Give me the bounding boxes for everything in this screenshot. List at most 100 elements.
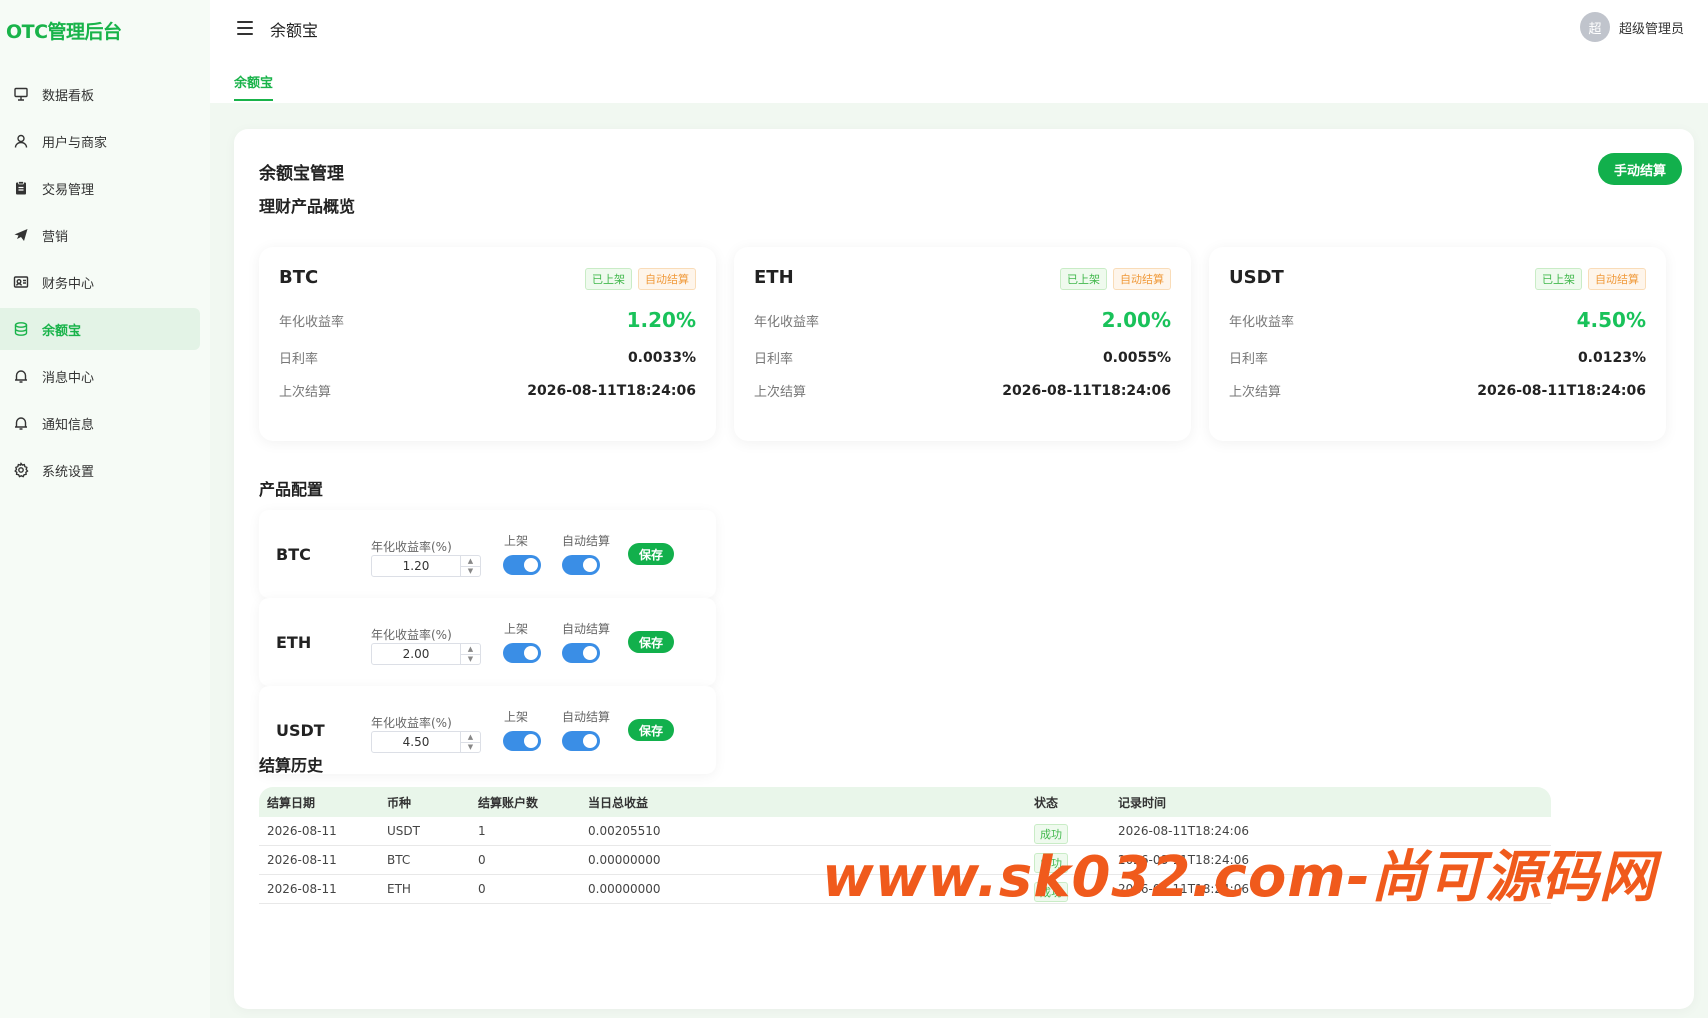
stepper-down-icon[interactable]: ▼ (461, 743, 480, 753)
listed-label: 上架 (504, 622, 529, 636)
product-card: BTC 已上架 自动结算 年化收益率 1.20% 日利率 0.0033% 上次结算 20… (259, 247, 716, 441)
finance-icon (13, 274, 29, 290)
column-header: 结算日期 (267, 795, 316, 810)
bell-icon (13, 368, 29, 384)
save-button[interactable]: 保存 (628, 543, 675, 565)
app-logo: OTC管理后台 (6, 21, 122, 43)
last-settle-label: 上次结算 (279, 385, 332, 400)
rate-input[interactable] (372, 732, 460, 752)
listed-badge: 已上架 (585, 268, 632, 290)
menu-toggle-icon[interactable] (236, 19, 254, 37)
sidebar-item-finance[interactable]: 财务中心 (0, 261, 200, 303)
section-title: 余额宝管理 (259, 164, 344, 184)
sidebar-item-trades[interactable]: 交易管理 (0, 167, 200, 209)
sidebar-item-label: 系统设置 (42, 464, 95, 480)
sidebar-item-label: 财务中心 (42, 276, 95, 292)
watermark: www.sk032.com-尚可源码网 (822, 845, 1656, 910)
config-title: 产品配置 (259, 480, 324, 499)
annual-rate-label: 年化收益率 (754, 314, 820, 330)
sidebar-item-label: 营销 (42, 229, 69, 245)
cell-date: 2026-08-11 (267, 882, 337, 896)
last-settle-label: 上次结算 (1229, 385, 1282, 400)
cell-accounts: 0 (478, 853, 486, 867)
daily-rate-value: 0.0055% (1102, 349, 1171, 366)
last-settle-label: 上次结算 (754, 385, 807, 400)
column-header: 状态 (1034, 795, 1059, 810)
column-header: 币种 (387, 795, 412, 810)
save-button[interactable]: 保存 (628, 719, 675, 741)
cell-date: 2026-08-11 (267, 824, 337, 838)
manual-settle-button[interactable]: 手动结算 (1597, 153, 1682, 185)
config-product-name: ETH (276, 633, 312, 652)
sidebar-item-label: 交易管理 (42, 182, 95, 198)
table-header: 结算日期 币种 结算账户数 当日总收益 状态 记录时间 (259, 787, 1551, 817)
rate-input[interactable] (372, 556, 460, 576)
sidebar-item-label: 通知信息 (42, 417, 95, 433)
gear-icon (13, 462, 29, 478)
auto-settle-label: 自动结算 (562, 622, 611, 636)
product-card: ETH 已上架 自动结算 年化收益率 2.00% 日利率 0.0055% 上次结算 20… (734, 247, 1191, 441)
stepper-down-icon[interactable]: ▼ (461, 567, 480, 577)
daily-rate-label: 日利率 (279, 352, 319, 367)
history-title: 结算历史 (259, 756, 324, 775)
sidebar-nav: 数据看板 用户与商家 交易管理 营销 财务中心 余额宝 消息中心 通知信息 系统… (0, 73, 210, 496)
auto-settle-switch[interactable] (562, 731, 600, 751)
rate-input[interactable] (372, 644, 460, 664)
auto-settle-switch[interactable] (562, 555, 600, 575)
coins-icon (13, 321, 29, 337)
sidebar-item-dashboard[interactable]: 数据看板 (0, 73, 200, 115)
config-row: BTC 年化收益率(%) ▲▼ 上架 自动结算 保存 (259, 510, 716, 598)
annual-rate-value: 2.00% (1101, 308, 1171, 332)
tab-yuebao[interactable]: 余额宝 (234, 72, 274, 101)
daily-rate-value: 0.0123% (1577, 349, 1646, 366)
daily-rate-label: 日利率 (1229, 352, 1269, 367)
stepper-up-icon[interactable]: ▲ (461, 732, 480, 743)
top-header: 余额宝 超 超级管理员 余额宝 (210, 0, 1708, 103)
avatar: 超 (1579, 12, 1610, 42)
sidebar-item-marketing[interactable]: 营销 (0, 214, 200, 256)
save-button[interactable]: 保存 (628, 631, 675, 653)
sidebar-item-users[interactable]: 用户与商家 (0, 120, 200, 162)
stepper-up-icon[interactable]: ▲ (461, 556, 480, 567)
config-product-name: USDT (276, 721, 325, 740)
product-cards: BTC 已上架 自动结算 年化收益率 1.20% 日利率 0.0033% 上次结算 20… (259, 247, 1666, 441)
sidebar-item-settings[interactable]: 系统设置 (0, 449, 200, 491)
stepper-down-icon[interactable]: ▼ (461, 655, 480, 665)
auto-settle-label: 自动结算 (562, 710, 611, 724)
dashboard-icon (13, 86, 29, 102)
listed-switch[interactable] (503, 643, 541, 663)
page-title: 余额宝 (270, 21, 319, 40)
auto-settle-switch[interactable] (562, 643, 600, 663)
sidebar-item-label: 消息中心 (42, 370, 95, 386)
cell-date: 2026-08-11 (267, 853, 337, 867)
bell-icon (13, 415, 29, 431)
username: 超级管理员 (1618, 21, 1684, 37)
daily-rate-label: 日利率 (754, 352, 794, 367)
overview-title: 理财产品概览 (259, 197, 356, 216)
last-settle-value: 2026-08-11T18:24:06 (1002, 382, 1171, 399)
sidebar-item-messages[interactable]: 消息中心 (0, 355, 200, 397)
listed-label: 上架 (504, 534, 529, 548)
listed-switch[interactable] (503, 731, 541, 751)
product-name: USDT (1229, 267, 1284, 288)
rate-label: 年化收益率(%) (371, 628, 452, 642)
cell-currency: ETH (387, 882, 411, 896)
listed-badge: 已上架 (1060, 268, 1107, 290)
rate-stepper[interactable]: ▲▼ (371, 555, 481, 577)
sidebar-item-yuebao[interactable]: 余额宝 (0, 308, 200, 350)
listed-badge: 已上架 (1535, 268, 1582, 290)
listed-label: 上架 (504, 710, 529, 724)
sidebar-item-notifications[interactable]: 通知信息 (0, 402, 200, 444)
column-header: 当日总收益 (588, 795, 649, 810)
stepper-up-icon[interactable]: ▲ (461, 644, 480, 655)
product-card: USDT 已上架 自动结算 年化收益率 4.50% 日利率 0.0123% 上次结算 2… (1209, 247, 1666, 441)
column-header: 记录时间 (1118, 795, 1167, 810)
annual-rate-label: 年化收益率 (279, 314, 345, 330)
auto-settle-badge: 自动结算 (1588, 268, 1646, 290)
rate-stepper[interactable]: ▲▼ (371, 643, 481, 665)
rate-stepper[interactable]: ▲▼ (371, 731, 481, 753)
user-menu[interactable]: 超 超级管理员 (1579, 12, 1684, 42)
cell-currency: USDT (387, 824, 420, 838)
config-row: USDT 年化收益率(%) ▲▼ 上架 自动结算 保存 (259, 686, 716, 774)
listed-switch[interactable] (503, 555, 541, 575)
